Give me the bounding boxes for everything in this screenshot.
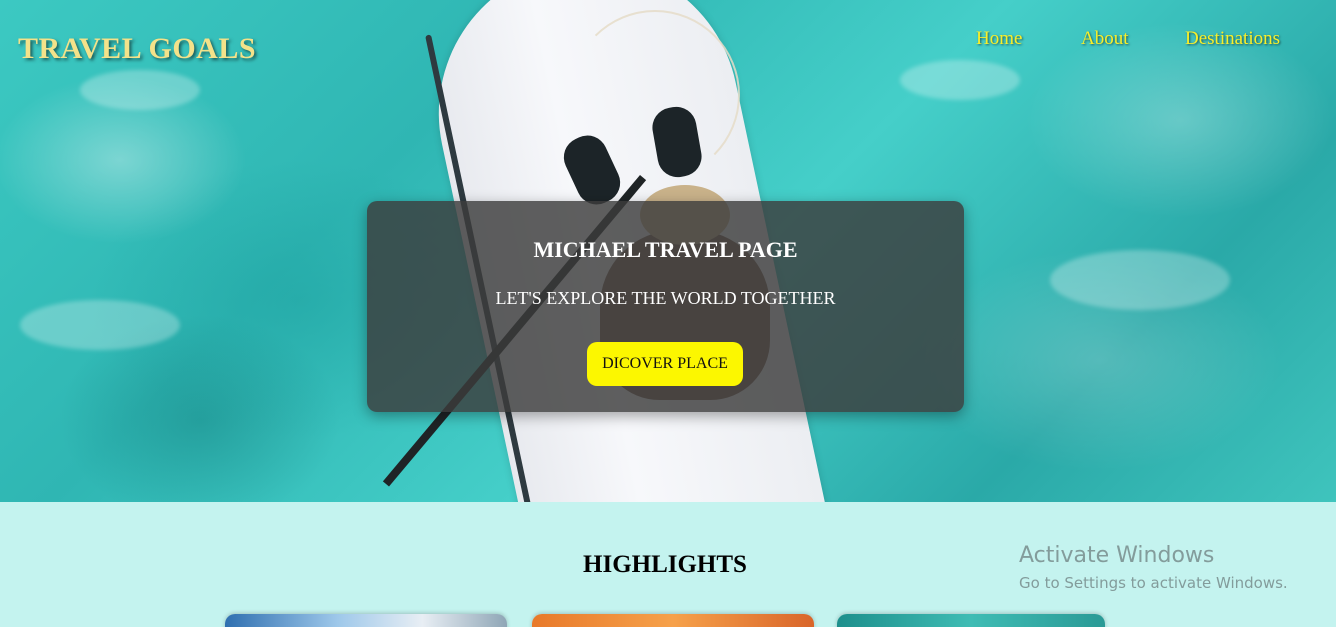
nav-about[interactable]: About: [1081, 28, 1129, 50]
highlight-card-image[interactable]: [225, 614, 507, 627]
watermark-title: Activate Windows: [1019, 543, 1215, 568]
water-highlight: [1050, 250, 1230, 310]
nav-destinations[interactable]: Destinations: [1185, 28, 1280, 50]
water-highlight: [20, 300, 180, 350]
highlight-card-image[interactable]: [837, 614, 1105, 627]
water-highlight: [80, 70, 200, 110]
windows-activation-watermark: Activate Windows Go to Settings to activ…: [1019, 543, 1288, 592]
site-logo[interactable]: TRAVEL GOALS: [18, 32, 256, 66]
watermark-subtitle: Go to Settings to activate Windows.: [1019, 574, 1288, 592]
discover-place-button[interactable]: DICOVER PLACE: [587, 342, 743, 386]
nav-home[interactable]: Home: [976, 28, 1022, 50]
water-highlight: [900, 60, 1020, 100]
hero-subtitle: LET'S EXPLORE THE WORLD TOGETHER: [495, 288, 836, 308]
hero-title: MICHAEL TRAVEL PAGE: [533, 237, 798, 262]
highlight-card-image[interactable]: [532, 614, 814, 627]
hero-background-image: TRAVEL GOALS Home About Destinations MIC…: [0, 0, 1336, 502]
hero-card: MICHAEL TRAVEL PAGE LET'S EXPLORE THE WO…: [367, 201, 964, 412]
